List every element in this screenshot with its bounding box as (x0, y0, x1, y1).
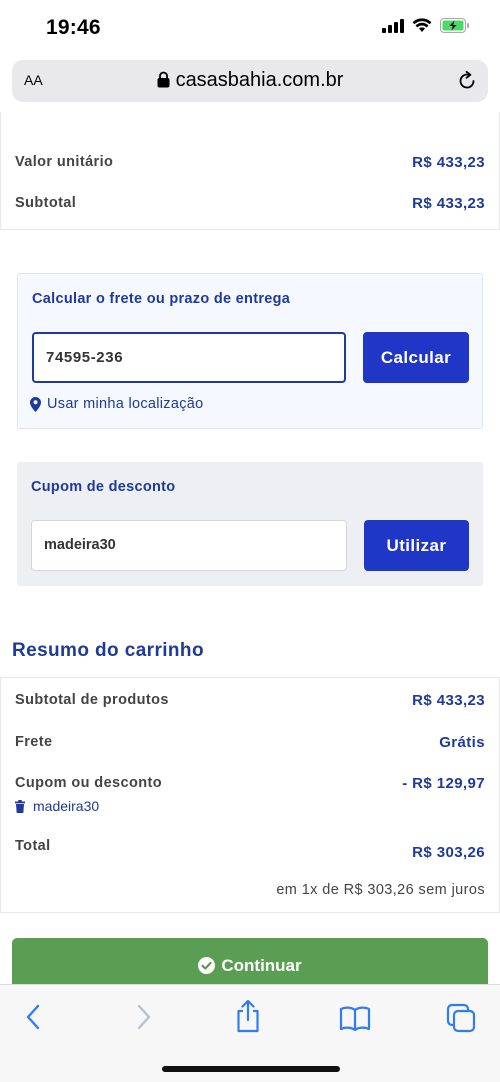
signal-icon (382, 18, 404, 33)
products-subtotal-value: R$ 433,23 (412, 692, 485, 709)
cart-summary-title: Resumo do carrinho (12, 640, 204, 661)
products-subtotal-label: Subtotal de produtos (15, 692, 169, 708)
url-display[interactable]: casasbahia.com.br (12, 69, 488, 92)
url-text: casasbahia.com.br (175, 69, 344, 91)
reload-icon[interactable] (456, 70, 478, 92)
cart-summary-panel: Subtotal de produtos R$ 433,23 Frete Grá… (0, 677, 500, 913)
applied-coupon-code: madeira30 (33, 798, 100, 814)
wifi-icon (412, 18, 432, 32)
product-price-panel: Valor unitário R$ 433,23 Subtotal R$ 433… (0, 112, 500, 230)
total-label: Total (15, 838, 51, 854)
shipping-value: Grátis (439, 734, 485, 751)
unit-value-price: R$ 433,23 (412, 154, 485, 171)
tabs-icon[interactable] (446, 1003, 476, 1033)
shipping-calculator: Calcular o frete ou prazo de entrega 745… (17, 273, 483, 429)
subtotal-label: Subtotal (15, 195, 77, 211)
location-pin-icon (30, 396, 41, 412)
use-location-label: Usar minha localização (47, 396, 204, 412)
total-value: R$ 303,26 (412, 844, 485, 861)
lock-icon (157, 71, 170, 88)
applied-coupon[interactable]: madeira30 (15, 798, 99, 814)
unit-value-row: Valor unitário R$ 433,23 (15, 154, 485, 171)
subtotal-price: R$ 433,23 (412, 195, 485, 212)
forward-icon[interactable] (133, 1003, 153, 1031)
installments-text: em 1x de R$ 303,26 sem juros (276, 882, 485, 898)
discount-value: - R$ 129,97 (402, 775, 485, 792)
status-bar: 19:46 (0, 0, 500, 56)
share-icon[interactable] (234, 999, 262, 1033)
coupon-box: Cupom de desconto madeira30 Utilizar (17, 462, 483, 586)
continue-label: Continuar (221, 956, 302, 975)
total-row: Total R$ 303,26 (15, 838, 485, 861)
shipping-row: Frete Grátis (15, 734, 485, 751)
products-subtotal-row: Subtotal de produtos R$ 433,23 (15, 692, 485, 709)
coupon-code-input[interactable]: madeira30 (31, 520, 347, 571)
unit-value-label: Valor unitário (15, 154, 114, 170)
status-icons (382, 18, 470, 33)
use-location-link[interactable]: Usar minha localização (30, 396, 204, 412)
address-bar[interactable]: AA casasbahia.com.br (12, 60, 488, 102)
check-circle-icon (198, 957, 216, 974)
home-indicator (162, 1066, 340, 1072)
shipping-label: Frete (15, 734, 53, 750)
zip-code-input[interactable]: 74595-236 (32, 332, 346, 383)
apply-coupon-button[interactable]: Utilizar (364, 520, 469, 571)
back-icon[interactable] (24, 1003, 44, 1031)
battery-icon (440, 18, 469, 33)
subtotal-row: Subtotal R$ 433,23 (15, 195, 485, 212)
status-time: 19:46 (46, 16, 101, 39)
coupon-title: Cupom de desconto (31, 479, 176, 495)
calculate-button[interactable]: Calcular (363, 332, 469, 383)
shipping-title: Calcular o frete ou prazo de entrega (32, 291, 291, 307)
discount-row: Cupom ou desconto - R$ 129,97 (15, 775, 485, 792)
trash-icon[interactable] (15, 799, 25, 813)
discount-label: Cupom ou desconto (15, 775, 162, 791)
bookmarks-icon[interactable] (339, 1005, 371, 1031)
